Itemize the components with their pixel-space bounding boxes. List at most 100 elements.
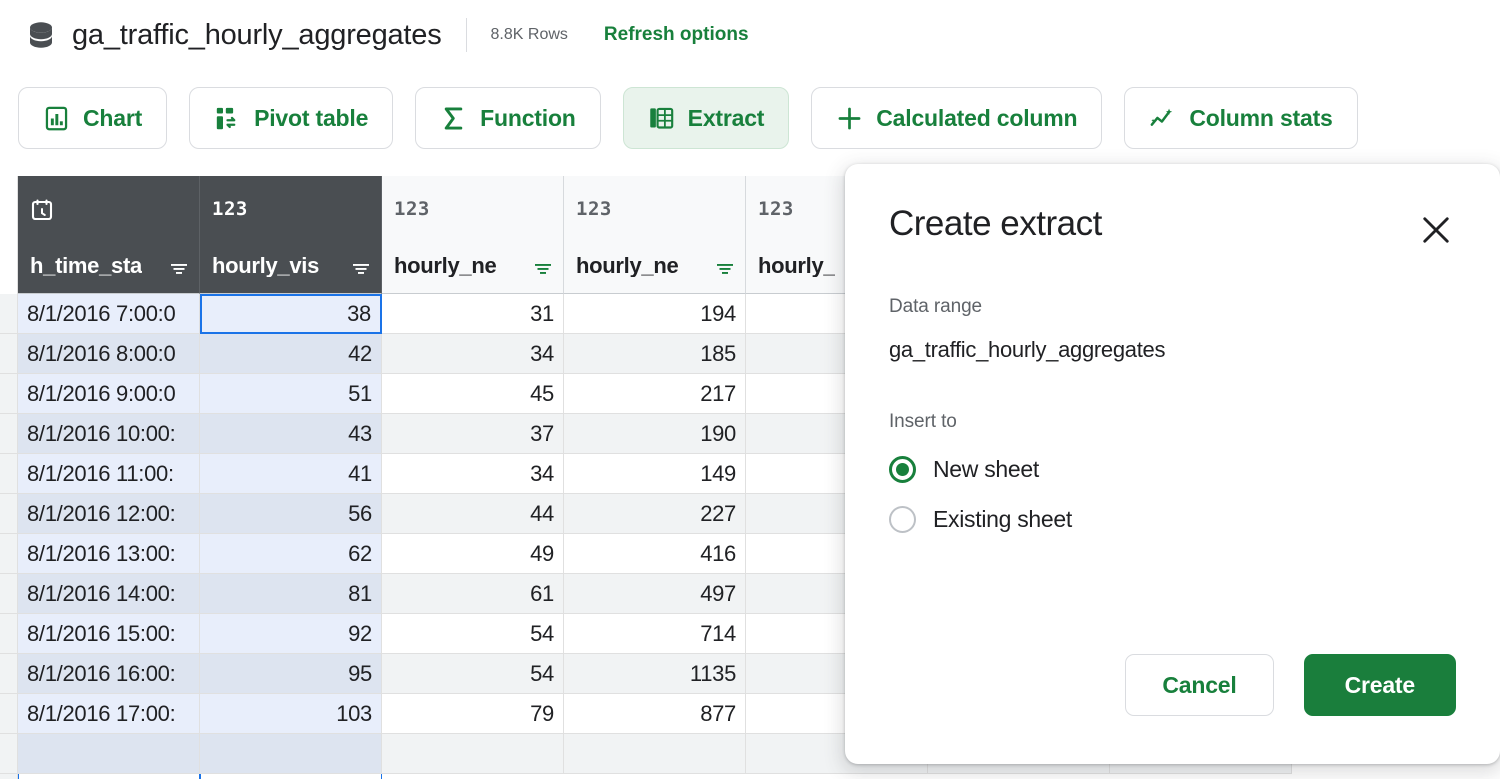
grid-cell[interactable]: 194 xyxy=(564,294,746,334)
grid-cell[interactable]: 62 xyxy=(200,534,382,574)
function-button-label: Function xyxy=(480,104,576,131)
gutter-cell-list xyxy=(0,294,18,779)
grid-cell[interactable]: 34 xyxy=(382,454,564,494)
grid-cell[interactable]: 8/1/2016 17:00: xyxy=(18,694,200,734)
grid-cell[interactable]: 92 xyxy=(200,614,382,654)
column-stats-icon xyxy=(1149,105,1176,132)
row-number-cell[interactable] xyxy=(0,334,17,374)
grid-cell[interactable]: 8/1/2016 12:00: xyxy=(18,494,200,534)
grid-cell[interactable]: 149 xyxy=(564,454,746,494)
grid-cell[interactable]: 95 xyxy=(200,654,382,694)
grid-cell[interactable]: 61 xyxy=(382,574,564,614)
create-button[interactable]: Create xyxy=(1303,654,1456,716)
gutter-corner[interactable] xyxy=(0,176,18,294)
close-icon[interactable] xyxy=(1418,212,1454,248)
pivot-table-button[interactable]: Pivot table xyxy=(189,87,394,149)
grid-column[interactable]: 123 hourly_vis 38 42 51 43 41 56 62 81 92 95 103 xyxy=(200,176,382,779)
grid-cell[interactable]: 416 xyxy=(564,534,746,574)
radio-option-new-sheet[interactable]: New sheet xyxy=(889,456,1456,483)
refresh-options-link[interactable]: Refresh options xyxy=(604,24,749,46)
grid-cell[interactable]: 8/1/2016 10:00: xyxy=(18,414,200,454)
column-header[interactable]: h_time_sta xyxy=(18,176,200,294)
grid-cell[interactable]: 8/1/2016 14:00: xyxy=(18,574,200,614)
grid-cell[interactable] xyxy=(200,734,382,774)
filter-icon[interactable] xyxy=(351,259,371,277)
column-header[interactable]: 123 hourly_ne xyxy=(564,176,746,294)
row-number-cell[interactable] xyxy=(0,414,17,454)
grid-cell[interactable]: 8/1/2016 16:00: xyxy=(18,654,200,694)
grid-cell[interactable]: 714 xyxy=(564,614,746,654)
calculated-column-button[interactable]: Calculated column xyxy=(811,87,1103,149)
function-button[interactable]: Function xyxy=(415,87,601,149)
chart-button[interactable]: Chart xyxy=(18,87,168,149)
radio-new-sheet-indicator[interactable] xyxy=(889,456,916,483)
grid-cell[interactable]: 41 xyxy=(200,454,382,494)
grid-cell[interactable]: 45 xyxy=(382,374,564,414)
grid-cell[interactable]: 34 xyxy=(382,334,564,374)
grid-cell[interactable] xyxy=(564,734,746,774)
grid-cell[interactable]: 54 xyxy=(382,654,564,694)
grid-cell[interactable]: 38 xyxy=(200,294,382,334)
cancel-button[interactable]: Cancel xyxy=(1125,654,1274,716)
filter-icon[interactable] xyxy=(715,259,735,277)
column-header-bottom: hourly_ne xyxy=(576,254,735,293)
grid-cell[interactable]: 8/1/2016 8:00:0 xyxy=(18,334,200,374)
row-number-cell[interactable] xyxy=(0,574,17,614)
column-header-label: hourly_ne xyxy=(576,253,679,277)
grid-cell[interactable]: 103 xyxy=(200,694,382,734)
row-number-cell[interactable] xyxy=(0,694,17,734)
row-number-cell[interactable] xyxy=(0,534,17,574)
grid-cell[interactable]: 227 xyxy=(564,494,746,534)
grid-cell[interactable] xyxy=(18,734,200,774)
row-number-cell[interactable] xyxy=(0,454,17,494)
grid-cell[interactable]: 185 xyxy=(564,334,746,374)
column-header-label: hourly_ xyxy=(758,253,836,277)
grid-cell[interactable]: 497 xyxy=(564,574,746,614)
column-header[interactable]: 123 hourly_ne xyxy=(382,176,564,294)
grid-column[interactable]: h_time_sta 8/1/2016 7:00:0 8/1/2016 8:00:0… xyxy=(18,176,200,779)
grid-cell[interactable]: 51 xyxy=(200,374,382,414)
grid-cell[interactable]: 217 xyxy=(564,374,746,414)
filter-icon[interactable] xyxy=(533,259,553,277)
grid-cell[interactable]: 8/1/2016 11:00: xyxy=(18,454,200,494)
column-stats-button[interactable]: Column stats xyxy=(1124,87,1358,149)
grid-cell[interactable]: 1135 xyxy=(564,654,746,694)
grid-cell[interactable]: 37 xyxy=(382,414,564,454)
filter-icon[interactable] xyxy=(169,259,189,277)
grid-cell[interactable]: 31 xyxy=(382,294,564,334)
radio-option-existing-sheet[interactable]: Existing sheet xyxy=(889,506,1456,533)
grid-cell[interactable]: 81 xyxy=(200,574,382,614)
grid-cell[interactable]: 8/1/2016 9:00:0 xyxy=(18,374,200,414)
grid-cell[interactable]: 42 xyxy=(200,334,382,374)
grid-cell[interactable]: 56 xyxy=(200,494,382,534)
row-number-cell[interactable] xyxy=(0,294,17,334)
row-number-cell[interactable] xyxy=(0,614,17,654)
grid-cell[interactable]: 8/1/2016 15:00: xyxy=(18,614,200,654)
extract-button[interactable]: Extract xyxy=(622,87,790,149)
column-cells: 31 34 45 37 34 44 49 61 54 54 79 xyxy=(382,294,564,774)
radio-existing-sheet-indicator[interactable] xyxy=(889,506,916,533)
column-stats-button-label: Column stats xyxy=(1189,104,1333,131)
grid-cell[interactable]: 8/1/2016 7:00:0 xyxy=(18,294,200,334)
grid-cell[interactable]: 190 xyxy=(564,414,746,454)
grid-cell[interactable] xyxy=(382,734,564,774)
database-icon xyxy=(24,18,58,52)
grid-cell[interactable]: 43 xyxy=(200,414,382,454)
row-number-cell[interactable] xyxy=(0,654,17,694)
grid-cell[interactable]: 79 xyxy=(382,694,564,734)
number-type-icon: 123 xyxy=(394,198,430,220)
insert-to-label: Insert to xyxy=(889,411,957,432)
grid-cell[interactable]: 877 xyxy=(564,694,746,734)
pivot-table-button-label: Pivot table xyxy=(254,104,369,131)
row-number-cell[interactable] xyxy=(0,494,17,534)
row-number-cell[interactable] xyxy=(0,374,17,414)
grid-cell[interactable]: 49 xyxy=(382,534,564,574)
grid-cell[interactable]: 44 xyxy=(382,494,564,534)
grid-cell[interactable]: 8/1/2016 13:00: xyxy=(18,534,200,574)
row-number-cell[interactable] xyxy=(0,734,17,774)
grid-cell[interactable]: 54 xyxy=(382,614,564,654)
toolbar: Chart Pivot table Function Extract Calcu xyxy=(0,84,1500,152)
grid-column[interactable]: 123 hourly_ne 31 34 45 37 34 44 49 61 54 54 79 xyxy=(382,176,564,779)
grid-column[interactable]: 123 hourly_ne 194 185 217 190 149 227 416 497 714 1… xyxy=(564,176,746,779)
column-header[interactable]: 123 hourly_vis xyxy=(200,176,382,294)
